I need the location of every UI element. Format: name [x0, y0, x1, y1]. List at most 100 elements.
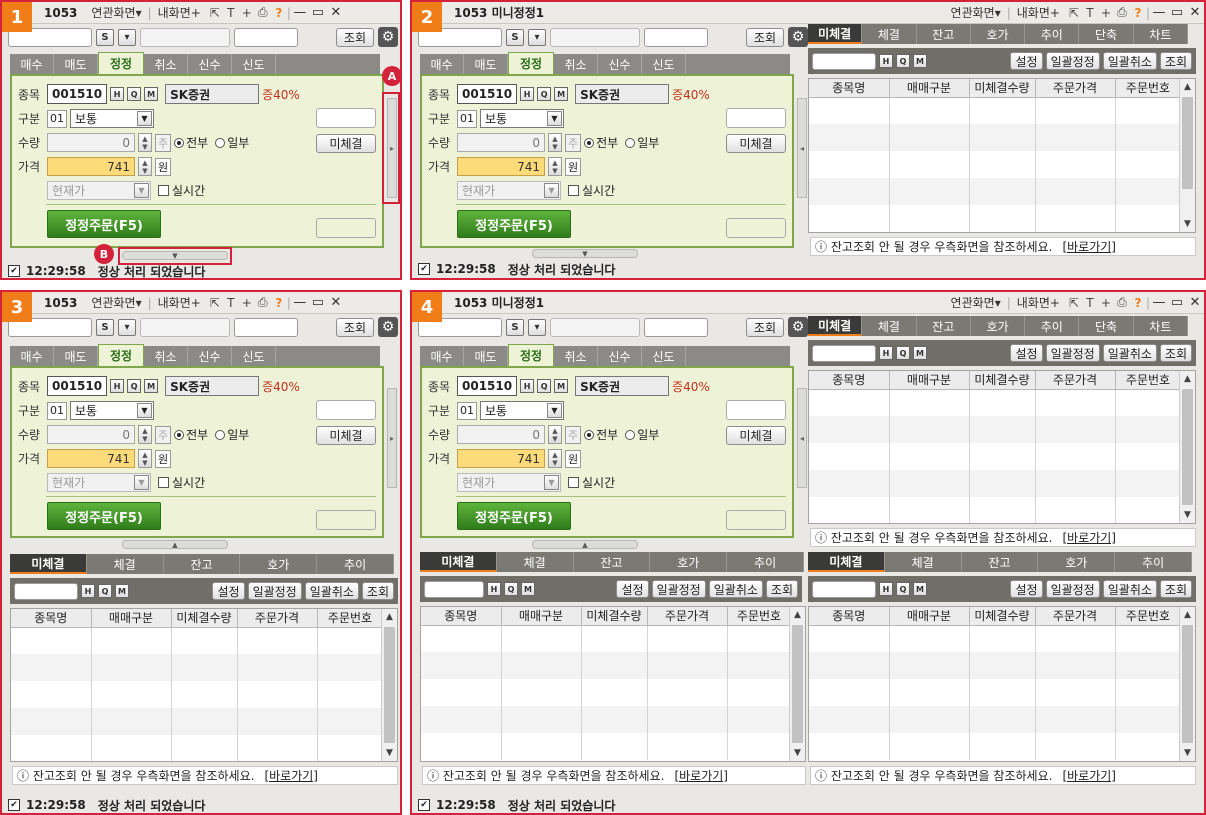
tab-credit-buy[interactable]: 신수 — [188, 346, 232, 366]
password-input[interactable] — [643, 27, 708, 47]
shortcut-link[interactable]: [바로가기] — [674, 767, 728, 784]
col-unfilled-qty[interactable]: 미체결수량 — [581, 607, 648, 626]
my-screen-menu[interactable]: 내화면+ — [1011, 294, 1066, 311]
h-button[interactable]: H — [520, 87, 535, 101]
price-input[interactable]: 741 — [457, 449, 545, 468]
m-button[interactable]: M — [144, 379, 159, 393]
col-stock-name[interactable]: 종목명 — [421, 607, 502, 626]
text-icon[interactable]: T — [1082, 6, 1098, 20]
stock-code-input[interactable]: 001510 — [457, 376, 518, 396]
tab-filled[interactable]: 체결 — [862, 316, 917, 336]
stock-search-input[interactable] — [424, 580, 484, 598]
h-button[interactable]: H — [879, 582, 893, 596]
h-button[interactable]: H — [81, 584, 95, 598]
m-button[interactable]: M — [913, 346, 927, 360]
col-unfilled-qty[interactable]: 미체결수량 — [969, 79, 1036, 98]
col-stock-name[interactable]: 종목명 — [809, 371, 890, 390]
tab-modify[interactable]: 정정 — [98, 344, 144, 366]
text-icon[interactable]: T — [223, 296, 239, 310]
tab-unfilled[interactable]: 미체결 — [10, 554, 87, 574]
unfilled-button[interactable]: 미체결 — [316, 426, 376, 445]
settings-button[interactable]: 설정 — [212, 582, 245, 600]
order-type-select[interactable]: 보통 ▼ — [70, 109, 154, 128]
grid-query-button[interactable]: 조회 — [765, 580, 798, 598]
col-trade-type[interactable]: 매매구분 — [91, 609, 172, 628]
tab-buy[interactable]: 매수 — [10, 346, 54, 366]
text-icon[interactable]: T — [1082, 296, 1098, 310]
tab-credit-sell[interactable]: 신도 — [642, 54, 686, 74]
my-screen-menu[interactable]: 내화면+ — [152, 294, 207, 311]
bulk-cancel-button[interactable]: 일괄취소 — [1102, 580, 1157, 598]
realtime-checkbox[interactable] — [158, 477, 169, 488]
print-icon[interactable]: ⎙ — [255, 5, 271, 20]
s-button[interactable]: S — [505, 28, 524, 46]
current-price-select[interactable]: 현재가 ▼ — [457, 473, 561, 492]
bulk-cancel-button[interactable]: 일괄취소 — [1102, 344, 1157, 362]
tab-sell[interactable]: 매도 — [54, 346, 98, 366]
link-icon[interactable]: ⇱ — [1066, 296, 1082, 310]
bottom-collapse-handle[interactable]: ▲ — [122, 540, 228, 549]
tab-trend[interactable]: 추이 — [1115, 552, 1192, 572]
status-checkbox[interactable]: ✔ — [8, 799, 20, 811]
stock-code-input[interactable]: 001510 — [457, 84, 518, 104]
settings-button[interactable]: 설정 — [1010, 344, 1043, 362]
tab-quote[interactable]: 호가 — [971, 24, 1026, 44]
order-submit-button[interactable]: 정정주문(F5) — [47, 502, 161, 530]
maximize-icon[interactable]: ▭ — [1168, 5, 1186, 20]
col-stock-name[interactable]: 종목명 — [11, 609, 92, 628]
tab-balance[interactable]: 잔고 — [917, 24, 971, 44]
qty-input[interactable]: 0 — [47, 133, 135, 152]
link-icon[interactable]: ⇱ — [207, 6, 223, 20]
scroll-down-icon[interactable]: ▼ — [790, 745, 805, 761]
maximize-icon[interactable]: ▭ — [309, 5, 327, 20]
minimize-icon[interactable]: — — [1150, 295, 1168, 310]
price-stepper[interactable]: ▲ ▼ — [138, 157, 152, 176]
shortcut-link[interactable]: [바로가기] — [1062, 238, 1116, 255]
col-order-price[interactable]: 주문가격 — [1035, 371, 1116, 390]
grid-scrollbar[interactable]: ▲ ▼ — [789, 607, 805, 761]
m-button[interactable]: M — [554, 87, 569, 101]
radio-part[interactable]: 일부 — [625, 134, 659, 151]
query-button[interactable]: 조회 — [745, 317, 785, 337]
h-button[interactable]: H — [879, 346, 893, 360]
grid-scrollbar[interactable]: ▲ ▼ — [1179, 607, 1195, 761]
tab-sell[interactable]: 매도 — [464, 54, 508, 74]
h-button[interactable]: H — [110, 87, 125, 101]
price-input[interactable]: 741 — [47, 157, 135, 176]
m-button[interactable]: M — [913, 54, 927, 68]
account-dropdown-button[interactable]: ▾ — [117, 318, 136, 336]
related-screen-menu[interactable]: 연관화면▾ — [85, 294, 147, 311]
qty-stepper[interactable]: ▲ ▼ — [138, 133, 152, 152]
gear-icon[interactable]: ⚙ — [378, 317, 399, 337]
bulk-cancel-button[interactable]: 일괄취소 — [304, 582, 359, 600]
realtime-checkbox[interactable] — [158, 185, 169, 196]
tab-trend[interactable]: 추이 — [1025, 316, 1080, 336]
col-unfilled-qty[interactable]: 미체결수량 — [171, 609, 238, 628]
minimize-icon[interactable]: — — [1150, 5, 1168, 20]
h-button[interactable]: H — [520, 379, 535, 393]
order-type-select[interactable]: 보통 ▼ — [480, 109, 564, 128]
radio-all[interactable]: 전부 — [174, 134, 208, 151]
shortcut-link[interactable]: [바로가기] — [264, 767, 318, 784]
tab-unfilled[interactable]: 미체결 — [808, 552, 885, 572]
search-icon[interactable]: Q — [98, 584, 112, 598]
order-submit-button[interactable]: 정정주문(F5) — [457, 210, 571, 238]
col-trade-type[interactable]: 매매구분 — [501, 607, 582, 626]
bulk-cancel-button[interactable]: 일괄취소 — [1102, 52, 1157, 70]
gear-icon[interactable]: ⚙ — [378, 27, 399, 47]
add-icon[interactable]: + — [1098, 6, 1114, 20]
scroll-up-icon[interactable]: ▲ — [1180, 79, 1195, 95]
scroll-up-icon[interactable]: ▲ — [1180, 371, 1195, 387]
price-stepper[interactable]: ▲ ▼ — [548, 449, 562, 468]
text-icon[interactable]: T — [223, 6, 239, 20]
current-price-select[interactable]: 현재가 ▼ — [47, 473, 151, 492]
tab-shortcut[interactable]: 단축 — [1079, 24, 1134, 44]
shortcut-link[interactable]: [바로가기] — [1062, 529, 1116, 546]
stock-search-input[interactable] — [14, 582, 78, 600]
gear-icon[interactable]: ⚙ — [788, 27, 809, 47]
scroll-thumb[interactable] — [384, 627, 395, 743]
tab-cancel[interactable]: 취소 — [144, 346, 188, 366]
status-checkbox[interactable]: ✔ — [8, 265, 20, 277]
minimize-icon[interactable]: — — [291, 5, 309, 20]
scroll-up-icon[interactable]: ▲ — [382, 609, 397, 625]
